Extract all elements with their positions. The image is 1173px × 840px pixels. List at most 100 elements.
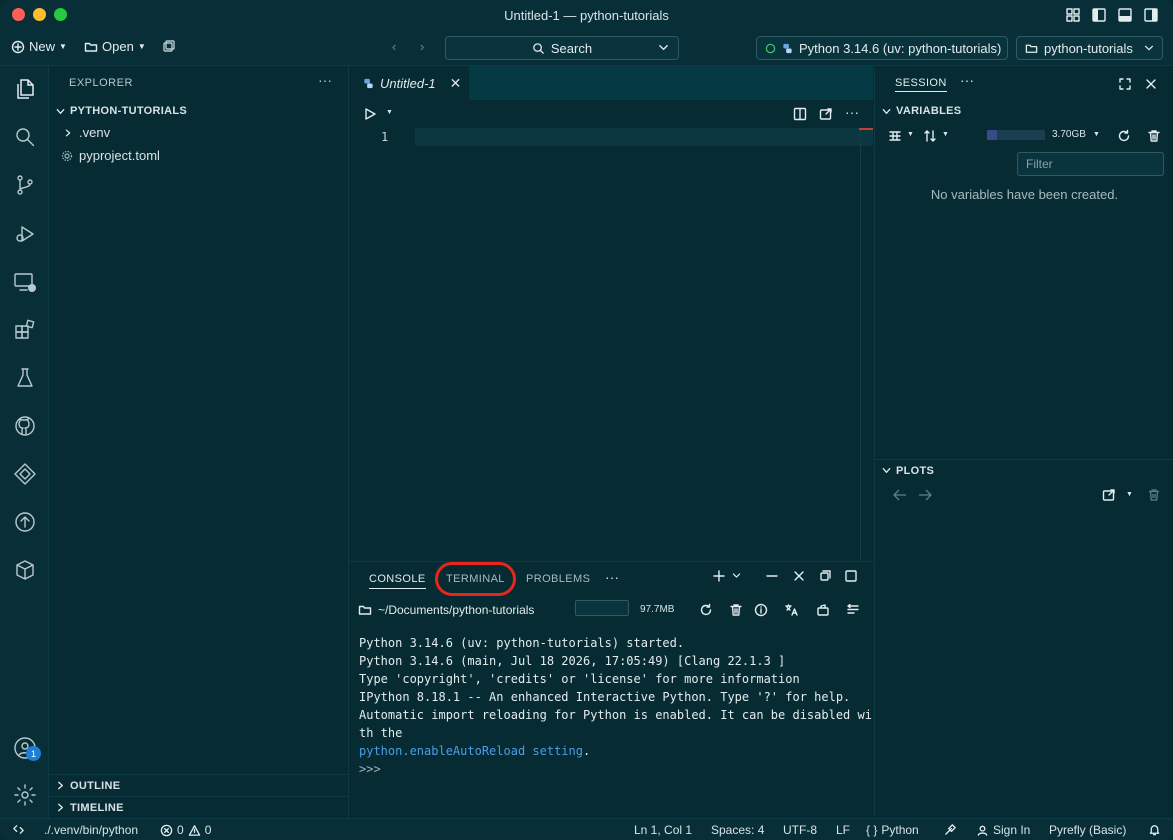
word-wrap-icon[interactable] [846,603,860,617]
chevron-down-icon[interactable]: ▼ [1126,491,1133,498]
sign-in-button[interactable]: Sign In [976,823,1030,837]
chevron-down-icon [1144,45,1153,51]
toggle-secondary-sidebar-icon[interactable] [1143,7,1159,23]
minimize-panel-button[interactable] [765,569,779,586]
toggle-primary-sidebar-icon[interactable] [1091,7,1107,23]
search-activity[interactable] [12,124,37,149]
clear-console-icon[interactable] [816,603,830,617]
more-actions-icon[interactable]: ··· [318,72,332,88]
outline-section-header[interactable]: OUTLINE [49,774,349,796]
tab-console[interactable]: CONSOLE [369,573,426,589]
copy-window-icon [163,40,175,52]
indentation[interactable]: Spaces: 4 [711,823,764,837]
search-icon [533,42,544,54]
terminal-dropdown[interactable] [731,569,742,584]
open-external-icon[interactable] [819,107,833,121]
line-ending[interactable]: LF [836,823,850,837]
new-terminal-button[interactable] [712,569,726,586]
back-button[interactable]: ‹ [392,39,396,54]
arrow-left-icon[interactable] [892,488,908,502]
new-button[interactable]: New ▼ [11,39,67,54]
encoding[interactable]: UTF-8 [783,823,817,837]
feedback-indicator[interactable] [944,823,957,836]
cursor-position[interactable]: Ln 1, Col 1 [634,823,692,837]
tab-untitled-1[interactable]: Untitled-1 ✕ [349,66,469,100]
minimize-window-button[interactable] [33,8,46,21]
chevron-down-icon[interactable]: ▼ [1093,131,1100,138]
trash-icon[interactable] [1147,488,1161,502]
close-window-button[interactable] [12,8,25,21]
chevron-down-icon[interactable]: ▼ [907,131,914,138]
chevron-down-icon[interactable]: ▼ [386,109,393,116]
close-icon [794,571,804,581]
restore-panel-button[interactable] [818,569,832,586]
arrow-right-icon[interactable] [917,488,933,502]
more-actions-icon[interactable]: ··· [605,569,619,585]
grid-view-icon[interactable] [888,129,902,143]
extensions-activity[interactable] [12,317,37,342]
translate-icon[interactable] [784,603,798,617]
tree-item-pyproject[interactable]: pyproject.toml [61,148,160,163]
chevron-right-icon [65,129,71,136]
trash-icon[interactable] [1147,129,1161,143]
interpreter-selector[interactable]: Python 3.14.6 (uv: python-tutorials) [756,36,1008,60]
project-section-header[interactable]: PYTHON-TUTORIALS [49,100,349,122]
more-actions-icon[interactable]: ··· [845,104,859,120]
linter-status[interactable]: Pyrefly (Basic) [1049,823,1126,837]
warning-count: 0 [204,823,212,837]
refresh-icon[interactable] [699,603,713,617]
variables-section-header[interactable]: VARIABLES [875,100,1173,122]
sort-icon[interactable] [923,129,937,143]
close-panel-button[interactable] [792,569,806,586]
maximize-icon[interactable] [1118,77,1132,91]
new-window-button[interactable] [162,39,176,53]
forward-button[interactable]: › [420,39,424,54]
remote-explorer-activity[interactable] [12,269,37,294]
maximize-window-button[interactable] [54,8,67,21]
variables-filter-input[interactable] [1017,152,1164,176]
tab-session[interactable]: SESSION [895,77,947,92]
more-actions-icon[interactable]: ··· [960,72,974,88]
run-debug-activity[interactable] [12,221,37,246]
interpreter-path[interactable]: ./.venv/bin/python [44,823,138,837]
source-control-activity[interactable] [12,172,37,197]
tree-item-venv[interactable]: .venv [63,125,110,140]
maximize-panel-button[interactable] [844,569,858,586]
timeline-section-header[interactable]: TIMELINE [49,796,349,818]
run-icon[interactable] [363,107,377,121]
open-external-icon[interactable] [1102,488,1116,502]
trash-icon[interactable] [729,603,743,617]
testing-activity[interactable] [12,365,37,390]
variables-label: VARIABLES [896,105,962,117]
problems-indicator[interactable]: 0 0 [160,823,211,837]
project-selector[interactable]: python-tutorials [1016,36,1163,60]
close-tab-icon[interactable]: ✕ [450,75,462,92]
kubernetes-activity[interactable] [12,461,37,486]
console-output: Python 3.14.6 (uv: python-tutorials) sta… [359,634,873,778]
toggle-panel-icon[interactable] [1117,7,1133,23]
working-directory[interactable]: ~/Documents/python-tutorials [378,603,534,617]
customize-layout-icon[interactable] [1065,7,1081,23]
console-prompt[interactable]: >>> [359,760,873,778]
settings-activity[interactable] [12,782,37,807]
github-activity[interactable] [12,413,37,438]
remote-indicator[interactable] [12,823,25,836]
memory-bar [575,600,629,616]
auto-reload-setting-link[interactable]: python.enableAutoReload setting [359,744,583,758]
info-icon[interactable] [754,603,768,617]
notifications-button[interactable] [1148,823,1161,836]
explorer-activity[interactable] [12,76,37,101]
chevron-down-icon: ▼ [59,42,67,51]
open-button[interactable]: Open ▼ [84,39,146,54]
refresh-icon[interactable] [1117,129,1131,143]
close-icon[interactable] [1144,77,1158,91]
package-activity[interactable] [12,557,37,582]
editor-scrollbar[interactable] [860,128,861,561]
plots-section-header[interactable]: PLOTS [875,459,1173,481]
chevron-down-icon[interactable]: ▼ [942,131,949,138]
tab-problems[interactable]: PROBLEMS [526,573,590,585]
command-search-box[interactable]: Search [445,36,679,60]
language-mode[interactable]: { } Python [866,823,919,837]
split-editor-icon[interactable] [793,107,807,121]
publish-activity[interactable] [12,509,37,534]
